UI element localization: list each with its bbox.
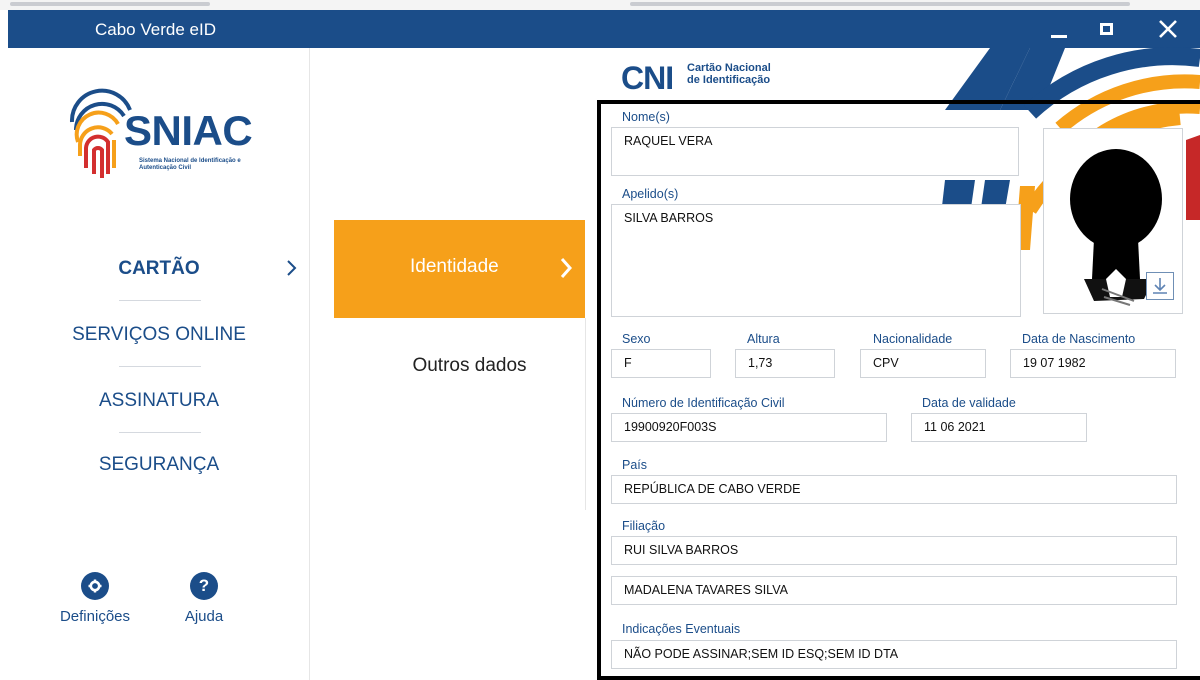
- download-photo-button[interactable]: [1146, 272, 1174, 300]
- window-title: Cabo Verde eID: [95, 20, 216, 39]
- logo-name: SNIAC: [124, 107, 253, 154]
- gear-icon: [81, 572, 109, 600]
- cni-subtitle: Cartão Nacional de Identificação: [687, 62, 771, 86]
- chevron-right-icon: [560, 258, 573, 278]
- data-nascimento-field: 19 07 1982: [1010, 349, 1176, 378]
- pais-field: REPÚBLICA DE CABO VERDE: [611, 475, 1177, 504]
- cni-subtitle-line1: Cartão Nacional: [687, 62, 771, 74]
- help-label: Ajuda: [184, 608, 224, 625]
- data-validade-label: Data de validade: [922, 396, 1016, 410]
- maximize-button[interactable]: [1085, 10, 1127, 48]
- tab-identidade[interactable]: Identidade: [334, 220, 585, 318]
- data-nascimento-label: Data de Nascimento: [1022, 332, 1136, 346]
- sniac-logo: SNIAC Sistema Nacional de Identificação …: [66, 82, 266, 192]
- nacionalidade-label: Nacionalidade: [873, 332, 953, 346]
- data-validade-field: 11 06 2021: [911, 413, 1087, 442]
- divider: [585, 318, 586, 510]
- apelidos-field: SILVA BARROS: [611, 204, 1021, 317]
- sub-navigation: Identidade Outros dados: [310, 48, 586, 680]
- filiacao-mae-field: MADALENA TAVARES SILVA: [611, 576, 1177, 605]
- apelidos-label: Apelido(s): [622, 187, 679, 201]
- nav-item-assinatura[interactable]: ASSINATURA: [8, 390, 310, 412]
- minimize-icon: [1051, 34, 1067, 38]
- settings-label: Definições: [59, 608, 131, 625]
- settings-button[interactable]: Definições: [50, 572, 140, 625]
- tab-outros-dados[interactable]: Outros dados: [334, 338, 585, 388]
- nav-divider: [119, 366, 201, 367]
- numero-id-label: Número de Identificação Civil: [622, 396, 785, 410]
- cni-subtitle-line2: de Identificação: [687, 74, 771, 86]
- altura-field: 1,73: [735, 349, 835, 378]
- minimize-button[interactable]: [1038, 10, 1080, 48]
- close-button[interactable]: [1147, 10, 1189, 48]
- question-icon: ?: [190, 572, 218, 600]
- numero-id-field: 19900920F003S: [611, 413, 887, 442]
- sexo-field: F: [611, 349, 711, 378]
- sexo-label: Sexo: [622, 332, 651, 346]
- indicacoes-field: NÃO PODE ASSINAR;SEM ID ESQ;SEM ID DTA: [611, 640, 1177, 669]
- close-icon: [1159, 20, 1177, 38]
- logo-subtitle: Sistema Nacional de Identificação e Aute…: [139, 158, 241, 171]
- help-button[interactable]: ? Ajuda: [159, 572, 249, 625]
- maximize-icon: [1099, 23, 1113, 35]
- cni-logo: CNI: [621, 60, 674, 96]
- altura-label: Altura: [747, 332, 780, 346]
- background-window-strip: [0, 0, 1200, 10]
- nav-item-servicos-online[interactable]: SERVIÇOS ONLINE: [8, 324, 310, 346]
- nav-item-cartao[interactable]: CARTÃO: [8, 258, 310, 280]
- nomes-label: Nome(s): [622, 110, 670, 124]
- indicacoes-label: Indicações Eventuais: [622, 622, 741, 636]
- nomes-field: RAQUEL VERA: [611, 127, 1019, 176]
- filiacao-label: Filiação: [622, 519, 666, 533]
- sidebar: SNIAC Sistema Nacional de Identificação …: [8, 48, 310, 680]
- tab-identidade-label: Identidade: [410, 256, 499, 277]
- nacionalidade-field: CPV: [860, 349, 986, 378]
- nav-item-seguranca[interactable]: SEGURANÇA: [8, 454, 310, 476]
- title-bar: Cabo Verde eID: [8, 10, 1200, 48]
- pais-label: País: [622, 458, 648, 472]
- nav-divider: [119, 300, 201, 301]
- nav-divider: [119, 432, 201, 433]
- download-icon: [1153, 278, 1167, 294]
- filiacao-pai-field: RUI SILVA BARROS: [611, 536, 1177, 565]
- chevron-right-icon: [287, 260, 297, 276]
- card-header: CNI Cartão Nacional de Identificação: [586, 48, 1200, 100]
